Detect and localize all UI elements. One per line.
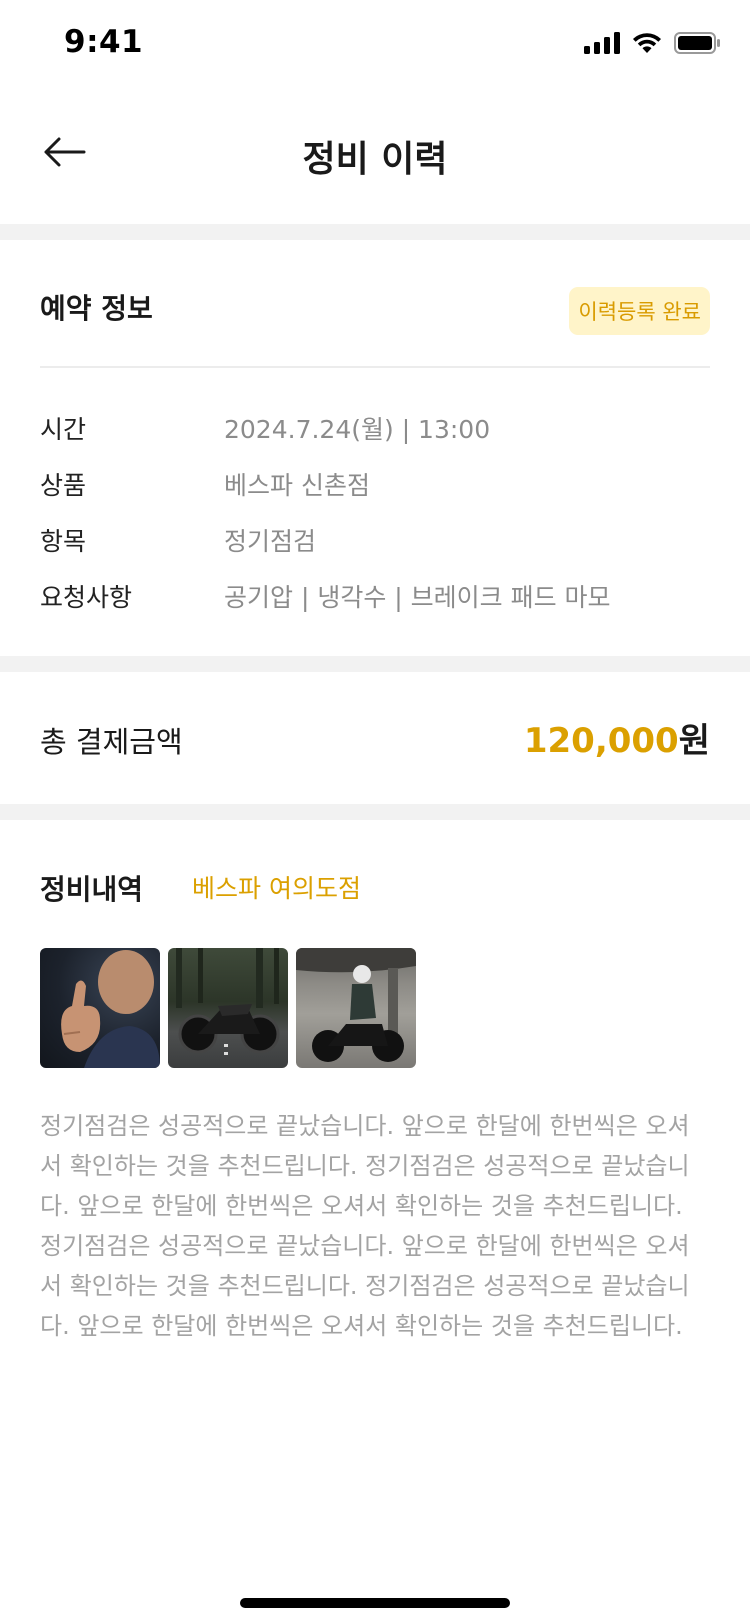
rider-under-bridge-photo[interactable] [296, 948, 416, 1068]
status-badge: 이력등록 완료 [569, 287, 710, 335]
info-value: 공기압 | 냉각수 | 브레이크 패드 마모 [224, 583, 611, 612]
total-payment-amount: 120,000원 [524, 713, 710, 762]
photo-gallery [40, 948, 416, 1068]
total-payment-label: 총 결제금액 [40, 725, 183, 759]
info-label: 요청사항 [40, 583, 133, 612]
cellular-signal-icon [584, 32, 620, 54]
divider-line [40, 366, 710, 368]
photo-illustration [61, 950, 160, 1068]
info-row-request: 요청사항 공기압 | 냉각수 | 브레이크 패드 마모 [40, 576, 611, 616]
photo-illustration [296, 948, 416, 1062]
app-header: 정비 이력 [0, 100, 750, 224]
status-bar: 9:41 [0, 0, 750, 90]
info-value: 베스파 신촌점 [224, 471, 370, 500]
page-title: 정비 이력 [302, 139, 448, 180]
info-label: 항목 [40, 527, 87, 556]
section-divider [0, 224, 750, 240]
info-row-product: 상품 베스파 신촌점 [40, 464, 370, 504]
wifi-icon [633, 33, 661, 53]
shop-name: 베스파 여의도점 [192, 874, 361, 903]
reservation-section-title: 예약 정보 [40, 292, 153, 325]
home-indicator [240, 1598, 510, 1608]
motorcycle-forest-photo[interactable] [168, 948, 288, 1068]
status-icons [584, 32, 720, 54]
info-value: 2024.7.24(월) | 13:00 [224, 415, 491, 444]
amount-unit: 원 [678, 721, 710, 761]
photo-illustration [176, 948, 280, 1055]
section-divider [0, 656, 750, 672]
maintenance-description: 정기점검은 성공적으로 끝났습니다. 앞으로 한달에 한번씩은 오셔서 확인하는… [40, 1112, 690, 1340]
section-divider [0, 804, 750, 820]
info-row-time: 시간 2024.7.24(월) | 13:00 [40, 408, 490, 448]
status-time: 9:41 [64, 24, 144, 60]
info-value: 정기점검 [224, 527, 317, 556]
amount-number: 120,000 [523, 721, 679, 761]
maintenance-section-title: 정비내역 [40, 873, 144, 906]
thumbs-up-person-photo[interactable] [40, 948, 160, 1068]
info-label: 시간 [40, 415, 87, 444]
battery-icon [674, 32, 720, 54]
info-label: 상품 [40, 471, 87, 500]
info-row-item: 항목 정기점검 [40, 520, 316, 560]
